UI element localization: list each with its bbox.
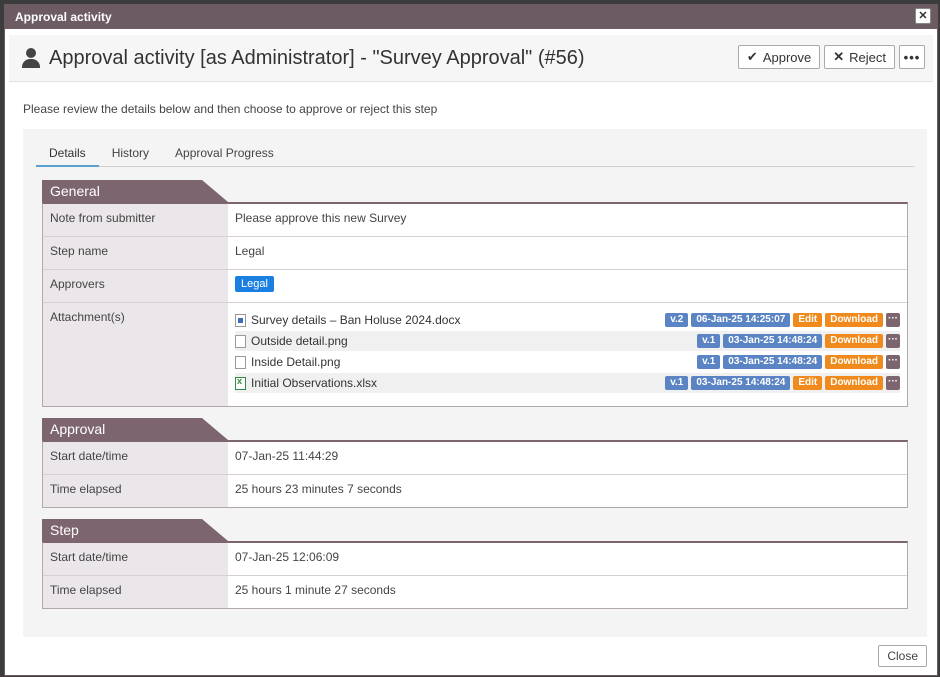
row-value: Legal: [228, 270, 907, 302]
word-file-icon: [235, 313, 246, 327]
tab-bar: Details History Approval Progress: [36, 141, 914, 167]
table-row: Start date/time 07-Jan-25 12:06:09: [43, 543, 907, 576]
reject-button[interactable]: ✕ Reject: [824, 45, 895, 69]
x-icon: ✕: [833, 49, 845, 64]
image-file-icon: [235, 355, 246, 369]
row-label: Time elapsed: [43, 576, 228, 608]
section-header-approval: Approval: [42, 418, 228, 440]
close-button[interactable]: Close: [878, 645, 927, 667]
row-value: 25 hours 23 minutes 7 seconds: [235, 482, 402, 496]
reject-label: Reject: [849, 49, 886, 65]
table-row: Note from submitter Please approve this …: [43, 204, 907, 237]
attachment-more-button[interactable]: ···: [886, 355, 900, 369]
table-row: Start date/time 07-Jan-25 11:44:29: [43, 442, 907, 475]
date-badge: 03-Jan-25 14:48:24: [723, 334, 823, 348]
section-title: General: [50, 183, 100, 199]
date-badge: 06-Jan-25 14:25:07: [691, 313, 791, 327]
dialog-header: Approval activity [as Administrator] - "…: [9, 35, 933, 82]
version-badge: v.2: [665, 313, 689, 327]
attachment-more-button[interactable]: ···: [886, 313, 900, 327]
more-options-button[interactable]: •••: [899, 45, 925, 69]
attachment-name[interactable]: Outside detail.png: [251, 334, 694, 348]
table-row: Time elapsed 25 hours 1 minute 27 second…: [43, 576, 907, 608]
version-badge: v.1: [697, 355, 721, 369]
date-badge: 03-Jan-25 14:48:24: [723, 355, 823, 369]
general-section: General Note from submitter Please appro…: [42, 180, 908, 407]
dialog-title: Approval activity: [15, 10, 112, 24]
row-label: Time elapsed: [43, 475, 228, 507]
check-icon: ✔: [746, 49, 758, 64]
attachment-item: Outside detail.png v.1 03-Jan-25 14:48:2…: [235, 331, 900, 351]
approver-tag[interactable]: Legal: [235, 276, 274, 292]
version-badge: v.1: [697, 334, 721, 348]
row-value: 07-Jan-25 12:06:09: [235, 550, 340, 564]
table-row: Time elapsed 25 hours 23 minutes 7 secon…: [43, 475, 907, 507]
approval-dialog: Approval activity ✕ Approval activity [a…: [4, 4, 938, 676]
approve-button[interactable]: ✔ Approve: [737, 45, 821, 69]
row-value: 25 hours 1 minute 27 seconds: [235, 583, 396, 597]
close-icon[interactable]: ✕: [915, 8, 931, 24]
section-header-step: Step: [42, 519, 228, 541]
download-button[interactable]: Download: [825, 355, 883, 369]
dialog-titlebar: Approval activity ✕: [5, 5, 937, 29]
download-button[interactable]: Download: [825, 376, 883, 390]
version-badge: v.1: [665, 376, 689, 390]
approval-section: Approval Start date/time 07-Jan-25 11:44…: [42, 418, 908, 508]
section-title: Approval: [50, 421, 106, 437]
step-section: Step Start date/time 07-Jan-25 12:06:09 …: [42, 519, 908, 609]
row-label: Attachment(s): [43, 303, 228, 406]
attachment-name[interactable]: Initial Observations.xlsx: [251, 376, 662, 390]
tab-approval-progress[interactable]: Approval Progress: [162, 141, 287, 167]
edit-button[interactable]: Edit: [793, 376, 823, 390]
details-panel: Details History Approval Progress Genera…: [23, 129, 927, 637]
row-label: Note from submitter: [43, 204, 228, 236]
approval-table: Start date/time 07-Jan-25 11:44:29 Time …: [42, 440, 908, 508]
general-table: Note from submitter Please approve this …: [42, 202, 908, 407]
row-label: Step name: [43, 237, 228, 269]
row-label: Start date/time: [43, 543, 228, 575]
table-row: Attachment(s) Survey details – Ban Holus…: [43, 303, 907, 406]
row-label: Approvers: [43, 270, 228, 302]
attachment-list: Survey details – Ban Holuse 2024.docx v.…: [228, 303, 907, 406]
attachment-name[interactable]: Inside Detail.png: [251, 355, 694, 369]
instructions-text: Please review the details below and then…: [23, 102, 438, 116]
user-icon: [21, 47, 41, 69]
excel-file-icon: [235, 376, 246, 390]
table-row: Approvers Legal: [43, 270, 907, 303]
step-table: Start date/time 07-Jan-25 12:06:09 Time …: [42, 541, 908, 609]
row-label: Start date/time: [43, 442, 228, 474]
edit-button[interactable]: Edit: [793, 313, 823, 327]
attachment-item: Inside Detail.png v.1 03-Jan-25 14:48:24…: [235, 352, 900, 372]
section-header-general: General: [42, 180, 228, 202]
tab-history[interactable]: History: [99, 141, 162, 167]
image-file-icon: [235, 334, 246, 348]
attachment-more-button[interactable]: ···: [886, 376, 900, 390]
tab-details[interactable]: Details: [36, 141, 99, 167]
section-title: Step: [50, 522, 79, 538]
download-button[interactable]: Download: [825, 334, 883, 348]
page-title: Approval activity [as Administrator] - "…: [49, 46, 585, 69]
date-badge: 03-Jan-25 14:48:24: [691, 376, 791, 390]
attachment-name[interactable]: Survey details – Ban Holuse 2024.docx: [251, 313, 662, 327]
attachment-item: Survey details – Ban Holuse 2024.docx v.…: [235, 310, 900, 330]
row-value: Please approve this new Survey: [235, 211, 407, 225]
download-button[interactable]: Download: [825, 313, 883, 327]
attachment-more-button[interactable]: ···: [886, 334, 900, 348]
attachment-item: Initial Observations.xlsx v.1 03-Jan-25 …: [235, 373, 900, 393]
row-value: 07-Jan-25 11:44:29: [235, 449, 339, 463]
table-row: Step name Legal: [43, 237, 907, 270]
approve-label: Approve: [762, 49, 812, 65]
row-value: Legal: [235, 244, 265, 258]
